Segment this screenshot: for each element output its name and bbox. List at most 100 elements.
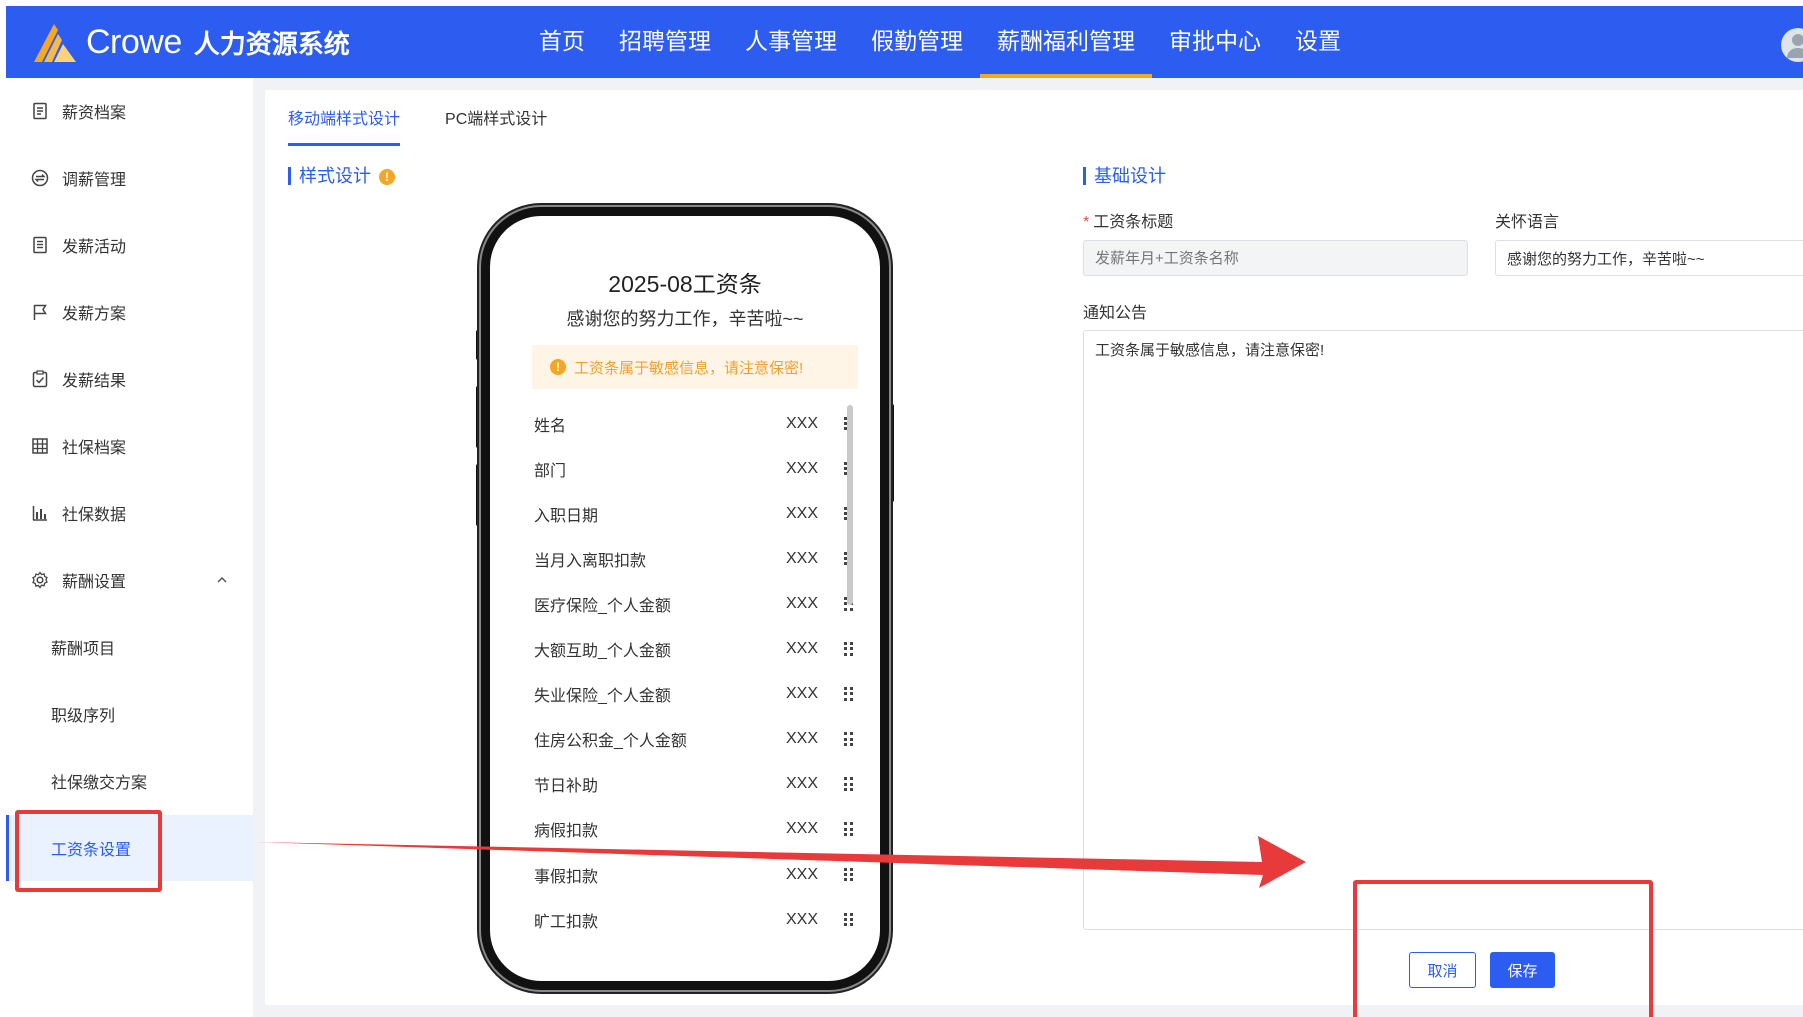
payslip-row-label: 部门 <box>534 462 567 480</box>
nav-attendance[interactable]: 假勤管理 <box>854 6 980 78</box>
gear-icon <box>30 570 50 590</box>
payslip-row-value: XXX <box>786 640 819 657</box>
sidebar-item-compensation-settings[interactable]: 薪酬设置 <box>6 555 253 605</box>
payslip-row-label: 住房公积金_个人金额 <box>534 733 687 751</box>
payslip-row-value: XXX <box>786 549 819 567</box>
drag-handle-icon[interactable] <box>844 912 854 927</box>
tab-mobile-style[interactable]: 移动端样式设计 <box>288 108 401 146</box>
warning-icon: ! <box>550 359 566 375</box>
sidebar-subitem-social-payment-plan[interactable]: 社保缴交方案 <box>6 748 253 814</box>
sidebar-item-payroll-result[interactable]: 发薪结果 <box>6 354 253 404</box>
chevron-up-icon[interactable] <box>215 573 229 587</box>
sidebar-item-label: 薪资档案 <box>62 105 127 122</box>
sidebar-item-salary-archive[interactable]: 薪资档案 <box>6 86 253 136</box>
drag-handle-icon[interactable] <box>844 642 854 656</box>
payslip-row-value: XXX <box>786 775 819 793</box>
sidebar-item-salary-adjust[interactable]: 调薪管理 <box>6 153 253 203</box>
payslip-notice: ! 工资条属于敏感信息，请注意保密! <box>532 345 858 389</box>
exchange-icon <box>30 168 50 188</box>
sidebar-subitem-compensation-items[interactable]: 薪酬项目 <box>6 614 253 680</box>
payslip-row[interactable]: 病假扣款 XXX <box>534 807 854 852</box>
payslip-row[interactable]: 大额互助_个人金额 XXX <box>534 627 854 672</box>
main-nav: 首页 招聘管理 人事管理 假勤管理 薪酬福利管理 审批中心 设置 <box>522 6 1358 78</box>
info-icon[interactable]: ! <box>379 169 395 185</box>
payslip-row-value: XXX <box>786 504 819 522</box>
bar-chart-icon <box>30 503 50 523</box>
building-icon <box>30 436 50 456</box>
payslip-row-label: 旷工扣款 <box>534 913 599 931</box>
sidebar-subitem-job-levels[interactable]: 职级序列 <box>6 681 253 747</box>
payslip-row[interactable]: 事假扣款 XXX <box>534 852 854 897</box>
payslip-row-label: 节日补助 <box>534 778 599 796</box>
phone-mockup: 2025-08工资条 感谢您的努力工作，辛苦啦~~ ! 工资条属于敏感信息，请注… <box>481 207 889 990</box>
sidebar-item-social-data[interactable]: 社保数据 <box>6 488 253 538</box>
sidebar-item-label: 调薪管理 <box>62 172 127 189</box>
payslip-row-value: XXX <box>786 414 819 432</box>
payslip-row-value: XXX <box>786 910 819 928</box>
payslip-title-label: * 工资条标题 <box>1083 214 1174 231</box>
drag-handle-icon[interactable] <box>844 687 854 701</box>
payslip-row[interactable]: 当月入离职扣款 XXX <box>534 536 854 581</box>
notice-label: 通知公告 <box>1083 305 1148 322</box>
payslip-row-label: 病假扣款 <box>534 823 599 841</box>
payslip-row-value: XXX <box>786 594 819 612</box>
payslip-row-label: 大额互助_个人金额 <box>534 643 671 660</box>
payslip-row[interactable]: 部门 XXX <box>534 446 854 491</box>
brand-name-cn: 人力资源系统 <box>193 28 350 59</box>
sidebar-item-payroll-activity[interactable]: 发薪活动 <box>6 220 253 270</box>
phone-screen: 2025-08工资条 感谢您的努力工作，辛苦啦~~ ! 工资条属于敏感信息，请注… <box>509 235 861 963</box>
payslip-row-value: XXX <box>786 730 819 748</box>
payslip-row[interactable]: 入职日期 XXX <box>534 491 854 536</box>
nav-personnel[interactable]: 人事管理 <box>728 6 854 78</box>
payslip-row-value: XXX <box>786 685 819 703</box>
nav-home[interactable]: 首页 <box>522 6 602 78</box>
notice-textarea[interactable]: 工资条属于敏感信息，请注意保密! <box>1083 330 1803 930</box>
sidebar-item-label: 社保数据 <box>62 507 127 524</box>
brand-logo[interactable]: Crowe 人力资源系统 <box>30 20 350 64</box>
sidebar-item-label: 发薪活动 <box>62 239 127 256</box>
sidebar-item-social-archive[interactable]: 社保档案 <box>6 421 253 471</box>
drag-handle-icon[interactable] <box>844 777 854 791</box>
drag-handle-icon[interactable] <box>844 867 854 882</box>
payslip-row[interactable]: 失业保险_个人金额 XXX <box>534 672 854 717</box>
payslip-row-label: 当月入离职扣款 <box>534 552 647 570</box>
annotation-highlight-sidebar <box>15 810 162 892</box>
tab-pc-style[interactable]: PC端样式设计 <box>445 108 547 146</box>
payslip-title: 2025-08工资条 <box>608 271 762 297</box>
payslip-row-label: 姓名 <box>534 417 567 435</box>
user-avatar[interactable] <box>1781 28 1803 62</box>
payslip-row-value: XXX <box>786 820 819 838</box>
phone-scrollbar[interactable] <box>847 405 853 605</box>
payslip-row-label: 失业保险_个人金额 <box>534 688 671 706</box>
document-list-icon <box>30 235 50 255</box>
file-icon <box>30 101 50 121</box>
payslip-title-input[interactable] <box>1083 240 1468 276</box>
nav-settings[interactable]: 设置 <box>1278 6 1358 78</box>
sidebar-item-payroll-plan[interactable]: 发薪方案 <box>6 287 253 337</box>
care-language-label: 关怀语言 <box>1495 214 1560 231</box>
style-design-title: 样式设计! <box>288 165 395 187</box>
payslip-row[interactable]: 住房公积金_个人金额 XXX <box>534 717 854 762</box>
drag-handle-icon[interactable] <box>844 732 854 746</box>
payslip-row-label: 医疗保险_个人金额 <box>534 597 671 615</box>
payslip-row[interactable]: 节日补助 XXX <box>534 762 854 807</box>
nav-recruitment[interactable]: 招聘管理 <box>602 6 728 78</box>
nav-approval[interactable]: 审批中心 <box>1152 6 1278 78</box>
top-navbar: Crowe 人力资源系统 首页 招聘管理 人事管理 假勤管理 薪酬福利管理 审批… <box>6 6 1803 78</box>
payslip-subtitle: 感谢您的努力工作，辛苦啦~~ <box>566 309 804 329</box>
sidebar-item-label: 社保档案 <box>62 440 127 457</box>
design-tabs: 移动端样式设计 PC端样式设计 <box>288 108 592 148</box>
annotation-highlight-buttons <box>1353 880 1653 1017</box>
care-language-input[interactable] <box>1495 240 1803 276</box>
brand-name-en: Crowe <box>86 22 182 61</box>
sidebar-item-label: 发薪方案 <box>62 306 127 323</box>
payslip-row[interactable]: 旷工扣款 XXX <box>534 897 854 942</box>
flag-icon <box>30 302 50 322</box>
payslip-row[interactable]: 医疗保险_个人金额 XXX <box>534 581 854 626</box>
payslip-row[interactable]: 姓名 XXX <box>534 401 854 446</box>
sidebar-item-label: 薪酬设置 <box>62 574 127 591</box>
nav-compensation[interactable]: 薪酬福利管理 <box>980 6 1152 78</box>
phone-power-button <box>889 404 894 502</box>
payslip-row-label: 事假扣款 <box>534 868 599 886</box>
drag-handle-icon[interactable] <box>844 822 854 837</box>
